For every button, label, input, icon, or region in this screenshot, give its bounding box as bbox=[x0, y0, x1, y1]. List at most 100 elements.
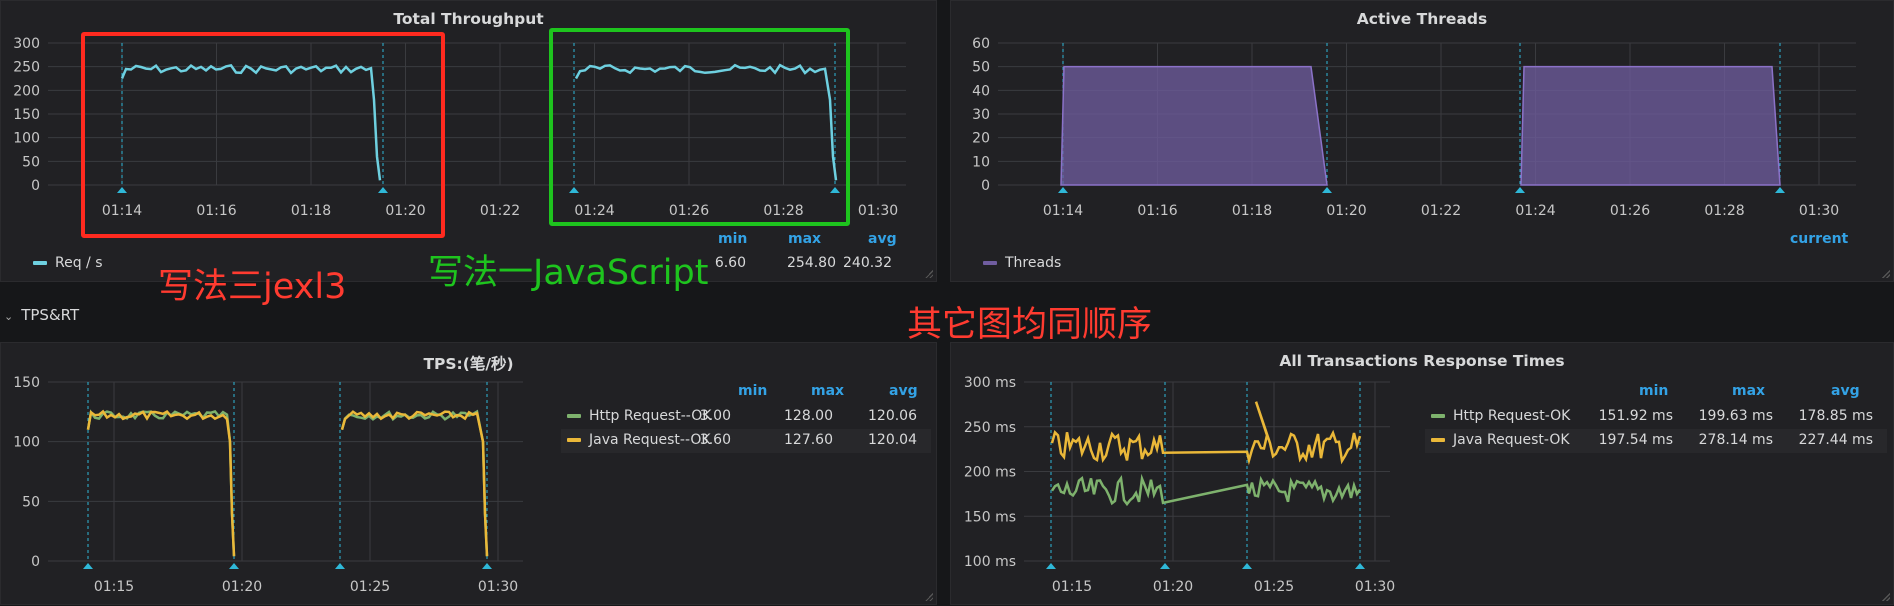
annotation-marker-icon bbox=[1775, 187, 1785, 193]
legend-swatch bbox=[567, 438, 581, 442]
y-tick-label: 250 bbox=[13, 60, 40, 76]
y-tick-label: 100 bbox=[13, 131, 40, 147]
y-tick-label: 50 bbox=[22, 154, 40, 170]
legend-swatch bbox=[983, 261, 997, 265]
legend-header-min[interactable]: min bbox=[738, 383, 767, 399]
legend-swatch bbox=[1431, 414, 1445, 418]
series-threads-area bbox=[1060, 65, 1328, 186]
y-tick-label: 0 bbox=[31, 178, 40, 194]
legend-avg-value: 240.32 bbox=[843, 255, 892, 271]
legend-item: Java Request-OK bbox=[1431, 432, 1570, 448]
threads-chart[interactable]: 60 50 40 30 20 10 0 01:14 01:16 01:18 01:20 01:22 01… bbox=[951, 1, 1894, 283]
y-tick-label: 20 bbox=[972, 131, 990, 147]
y-tick-label: 0 bbox=[31, 554, 40, 570]
x-tick-label: 01:15 bbox=[1052, 579, 1092, 595]
annotation-marker-icon bbox=[335, 563, 345, 569]
annotation-order: 其它图均同顺序 bbox=[907, 305, 1153, 345]
y-tick-label: 150 ms bbox=[964, 509, 1016, 525]
legend-item: Http Request-OK bbox=[1431, 408, 1570, 424]
series-tps-line bbox=[86, 409, 236, 557]
legend-avg-value: 120.06 bbox=[868, 408, 917, 424]
series-tps-line bbox=[340, 409, 489, 557]
legend-header-max[interactable]: max bbox=[811, 383, 844, 399]
resize-handle[interactable] bbox=[925, 593, 933, 601]
x-tick-label: 01:25 bbox=[1254, 579, 1294, 595]
series-http-request-line bbox=[1050, 473, 1362, 507]
x-tick-label: 01:15 bbox=[94, 579, 134, 595]
threads-legend-item[interactable]: Threads bbox=[983, 255, 1061, 271]
annotation-marker-icon bbox=[1242, 563, 1252, 569]
legend-swatch bbox=[33, 261, 47, 265]
legend-label: Threads bbox=[1005, 255, 1062, 271]
tps-legend-row-1[interactable]: Java Request--OK 3.60 127.60 120.04 bbox=[561, 429, 931, 453]
legend-header-current[interactable]: current bbox=[1790, 231, 1848, 247]
x-tick-label: 01:24 bbox=[1515, 203, 1555, 219]
legend-min-value: 3.60 bbox=[699, 432, 731, 448]
legend-swatch bbox=[1431, 438, 1445, 442]
legend-label: Req / s bbox=[55, 255, 103, 271]
legend-min-value: 197.54 ms bbox=[1598, 432, 1673, 448]
chevron-down-icon: ⌄ bbox=[4, 310, 14, 323]
x-tick-label: 01:30 bbox=[478, 579, 518, 595]
y-tick-label: 200 ms bbox=[964, 465, 1016, 481]
annotation-marker-icon bbox=[1160, 563, 1170, 569]
x-tick-label: 01:30 bbox=[1355, 579, 1395, 595]
legend-header-max[interactable]: max bbox=[788, 231, 821, 247]
annotation-marker-icon bbox=[1355, 563, 1365, 569]
x-tick-label: 01:22 bbox=[1421, 203, 1461, 219]
legend-label: Java Request-OK bbox=[1453, 432, 1570, 448]
x-tick-label: 01:20 bbox=[1153, 579, 1193, 595]
x-tick-label: 01:16 bbox=[1137, 203, 1177, 219]
throughput-legend-item[interactable]: Req / s bbox=[33, 255, 103, 271]
x-tick-label: 01:25 bbox=[350, 579, 390, 595]
legend-item: Java Request--OK bbox=[567, 432, 711, 448]
row-title: TPS&RT bbox=[21, 306, 80, 324]
annotation-marker-icon bbox=[83, 563, 93, 569]
x-tick-label: 01:28 bbox=[1704, 203, 1744, 219]
legend-max-value: 278.14 ms bbox=[1698, 432, 1773, 448]
legend-min-value: 3.00 bbox=[699, 408, 731, 424]
series-threads-area bbox=[1520, 65, 1781, 186]
legend-swatch bbox=[567, 414, 581, 418]
legend-max-value: 254.80 bbox=[787, 255, 836, 271]
x-tick-label: 01:22 bbox=[480, 203, 520, 219]
series-tps-line bbox=[86, 409, 236, 557]
legend-header-max[interactable]: max bbox=[1732, 383, 1765, 399]
y-tick-label: 250 ms bbox=[964, 420, 1016, 436]
annotation-jexl3: 写法三jexl3 bbox=[158, 267, 347, 307]
x-tick-label: 01:30 bbox=[1799, 203, 1839, 219]
annotation-javascript: 写法一JavaScript bbox=[428, 253, 709, 293]
annotation-marker-icon bbox=[1046, 563, 1056, 569]
legend-header-min[interactable]: min bbox=[1639, 383, 1668, 399]
legend-header-avg[interactable]: avg bbox=[1831, 383, 1860, 399]
tps-legend-row-0[interactable]: Http Request--OK 3.00 128.00 120.06 bbox=[561, 405, 931, 429]
annotation-marker-icon bbox=[229, 563, 239, 569]
y-tick-label: 50 bbox=[22, 494, 40, 510]
red-highlight-box bbox=[81, 32, 445, 238]
resize-handle[interactable] bbox=[1882, 593, 1890, 601]
resize-handle[interactable] bbox=[925, 270, 933, 278]
rt-legend-row-0[interactable]: Http Request-OK 151.92 ms 199.63 ms 178.… bbox=[1425, 405, 1887, 429]
legend-label: Java Request--OK bbox=[589, 432, 711, 448]
legend-max-value: 127.60 bbox=[784, 432, 833, 448]
legend-max-value: 199.63 ms bbox=[1698, 408, 1773, 424]
legend-max-value: 128.00 bbox=[784, 408, 833, 424]
annotation-marker-icon bbox=[1322, 187, 1332, 193]
legend-min-value: 6.60 bbox=[714, 255, 746, 271]
row-header-tps-rt[interactable]: ⌄ TPS&RT bbox=[4, 306, 79, 324]
legend-header-min[interactable]: min bbox=[718, 231, 747, 247]
x-tick-label: 01:20 bbox=[222, 579, 262, 595]
rt-legend-row-1[interactable]: Java Request-OK 197.54 ms 278.14 ms 227.… bbox=[1425, 429, 1887, 453]
annotation-marker-icon bbox=[482, 563, 492, 569]
y-tick-label: 40 bbox=[972, 83, 990, 99]
series-java-request-line bbox=[1050, 401, 1362, 466]
tps-chart[interactable]: 150 100 50 0 01:15 01:20 01:25 01:30 bbox=[1, 343, 938, 606]
tps-panel: TPS:(笔/秒) 150 100 50 0 01:15 01:20 01:25 01:30 … bbox=[0, 342, 937, 605]
legend-header-avg[interactable]: avg bbox=[889, 383, 918, 399]
legend-label: Http Request-OK bbox=[1453, 408, 1571, 424]
y-tick-label: 150 bbox=[13, 375, 40, 391]
resize-handle[interactable] bbox=[1882, 270, 1890, 278]
legend-header-avg[interactable]: avg bbox=[868, 231, 897, 247]
y-tick-label: 30 bbox=[972, 107, 990, 123]
y-tick-label: 0 bbox=[981, 178, 990, 194]
